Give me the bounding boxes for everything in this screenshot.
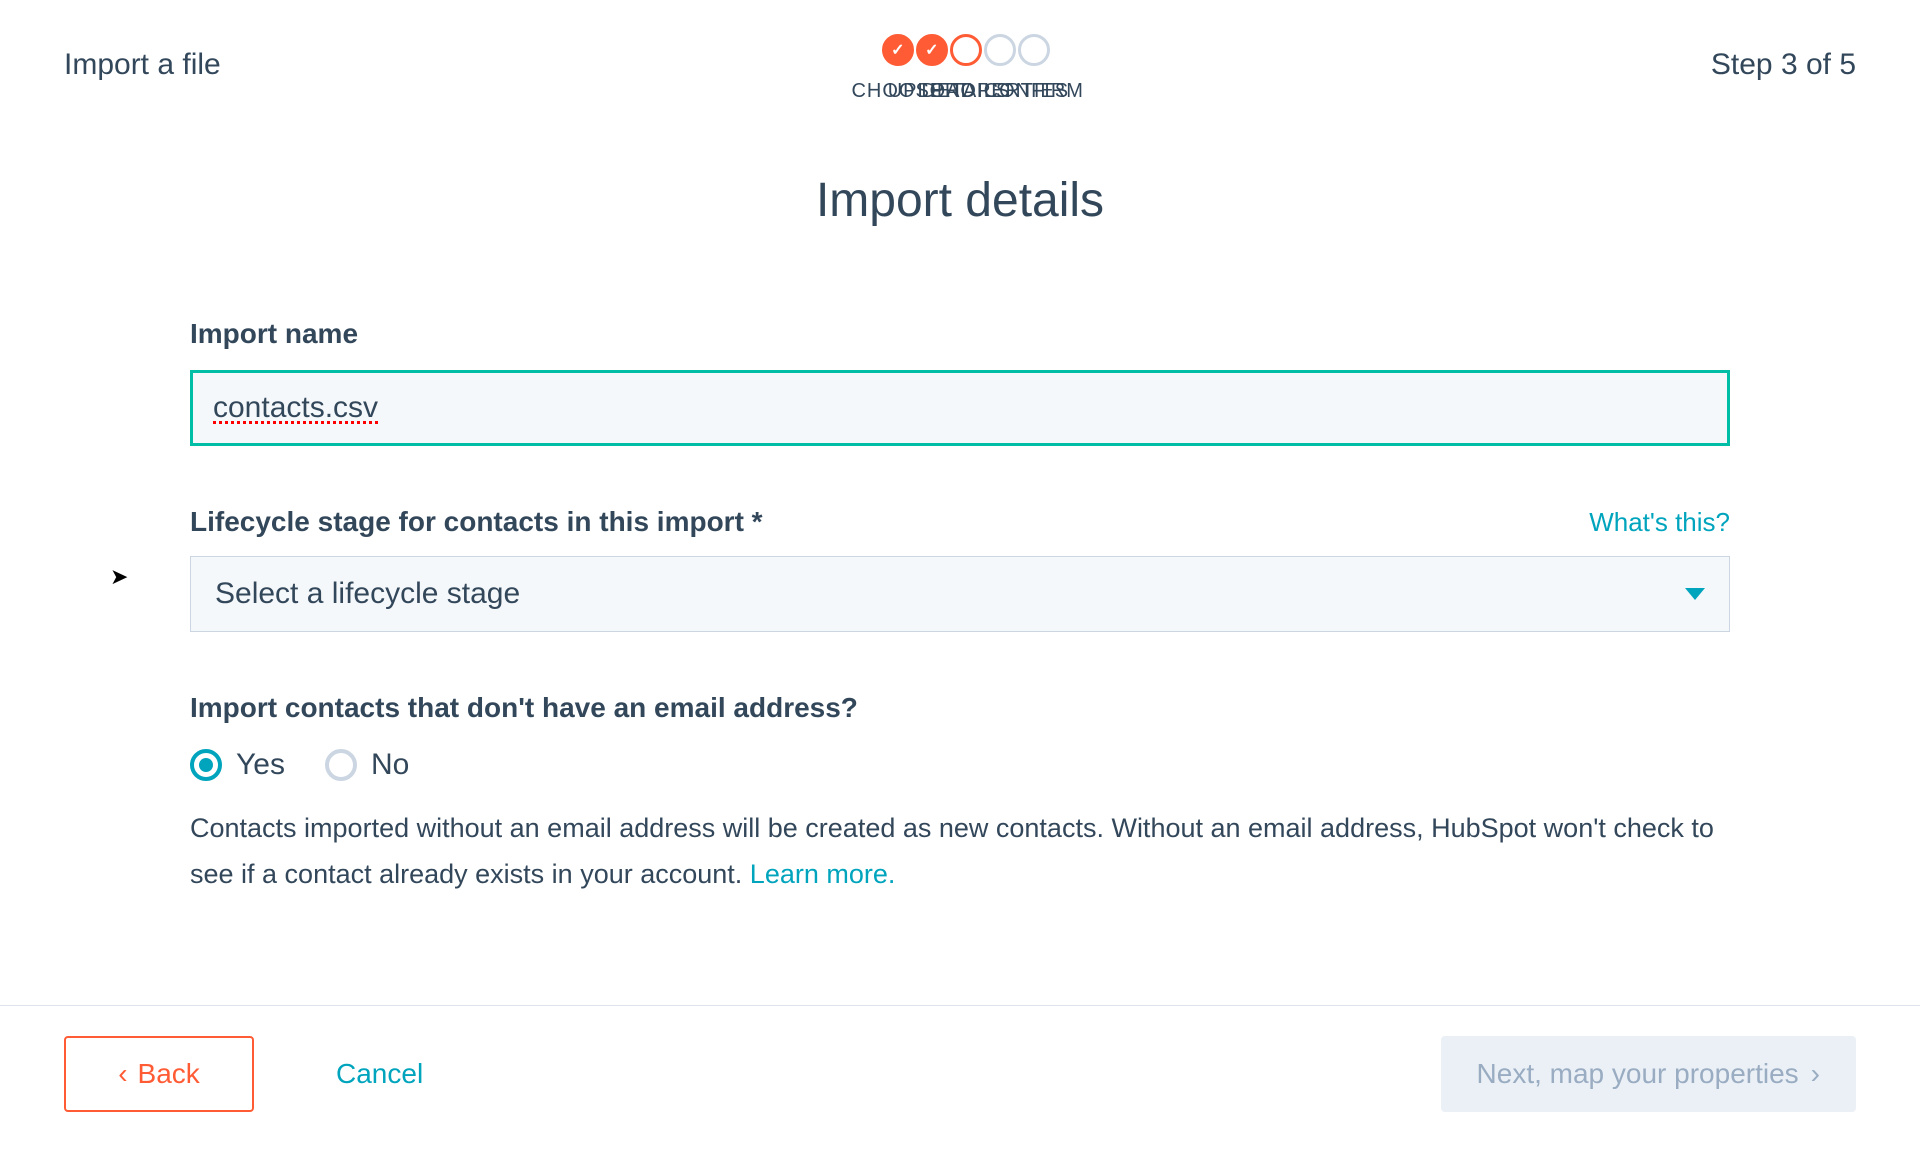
radio-yes[interactable]: Yes — [190, 748, 285, 782]
next-button[interactable]: Next, map your properties › — [1441, 1036, 1856, 1112]
wizard-header: Import a file ✓ CHOOSE ✓ UPLOAD DETAILS — [0, 0, 1920, 113]
next-button-label: Next, map your properties — [1477, 1058, 1799, 1090]
check-icon: ✓ — [891, 40, 904, 60]
import-name-input[interactable] — [190, 370, 1730, 446]
back-button[interactable]: ‹ Back — [64, 1036, 254, 1112]
import-name-field: Import name — [190, 318, 1730, 446]
step-circle-choose: ✓ — [882, 34, 914, 66]
step-circle-upload: ✓ — [916, 34, 948, 66]
radio-circle-icon — [325, 749, 357, 781]
caret-down-icon — [1685, 588, 1705, 600]
wizard-footer: ‹ Back Cancel Next, map your properties … — [0, 1005, 1920, 1152]
lifecycle-select[interactable]: Select a lifecycle stage — [190, 556, 1730, 632]
step-label-confirm: CONFIRM — [984, 80, 1084, 103]
no-email-label: Import contacts that don't have an email… — [190, 692, 1730, 724]
radio-no[interactable]: No — [325, 748, 409, 782]
whats-this-link[interactable]: What's this? — [1589, 507, 1730, 538]
chevron-left-icon: ‹ — [118, 1058, 127, 1090]
step-circle-properties — [984, 34, 1016, 66]
main-content: Import details Import name Lifecycle sta… — [0, 113, 1920, 1005]
chevron-right-icon: › — [1811, 1058, 1820, 1090]
step-counter: Step 3 of 5 — [1711, 24, 1856, 82]
lifecycle-label: Lifecycle stage for contacts in this imp… — [190, 506, 763, 538]
cancel-button[interactable]: Cancel — [304, 1036, 455, 1112]
step-circle-confirm — [1018, 34, 1050, 66]
radio-circle-icon — [190, 749, 222, 781]
lifecycle-field: Lifecycle stage for contacts in this imp… — [190, 506, 1730, 632]
check-icon: ✓ — [925, 40, 938, 60]
import-details-form: Import name Lifecycle stage for contacts… — [190, 318, 1730, 958]
back-button-label: Back — [138, 1058, 200, 1090]
page-title-small: Import a file — [64, 24, 221, 82]
no-email-hint: Contacts imported without an email addre… — [190, 806, 1730, 898]
import-name-label: Import name — [190, 318, 1730, 350]
radio-dot-icon — [199, 758, 213, 772]
no-email-field: Import contacts that don't have an email… — [190, 692, 1730, 898]
radio-yes-label: Yes — [236, 748, 285, 782]
wizard-stepper: ✓ CHOOSE ✓ UPLOAD DETAILS PROPERTIES — [221, 24, 1711, 103]
radio-no-label: No — [371, 748, 409, 782]
hint-text-body: Contacts imported without an email addre… — [190, 813, 1714, 889]
step-circle-details — [950, 34, 982, 66]
learn-more-link[interactable]: Learn more. — [750, 859, 896, 889]
page-heading: Import details — [816, 173, 1104, 228]
lifecycle-select-placeholder: Select a lifecycle stage — [215, 577, 520, 611]
